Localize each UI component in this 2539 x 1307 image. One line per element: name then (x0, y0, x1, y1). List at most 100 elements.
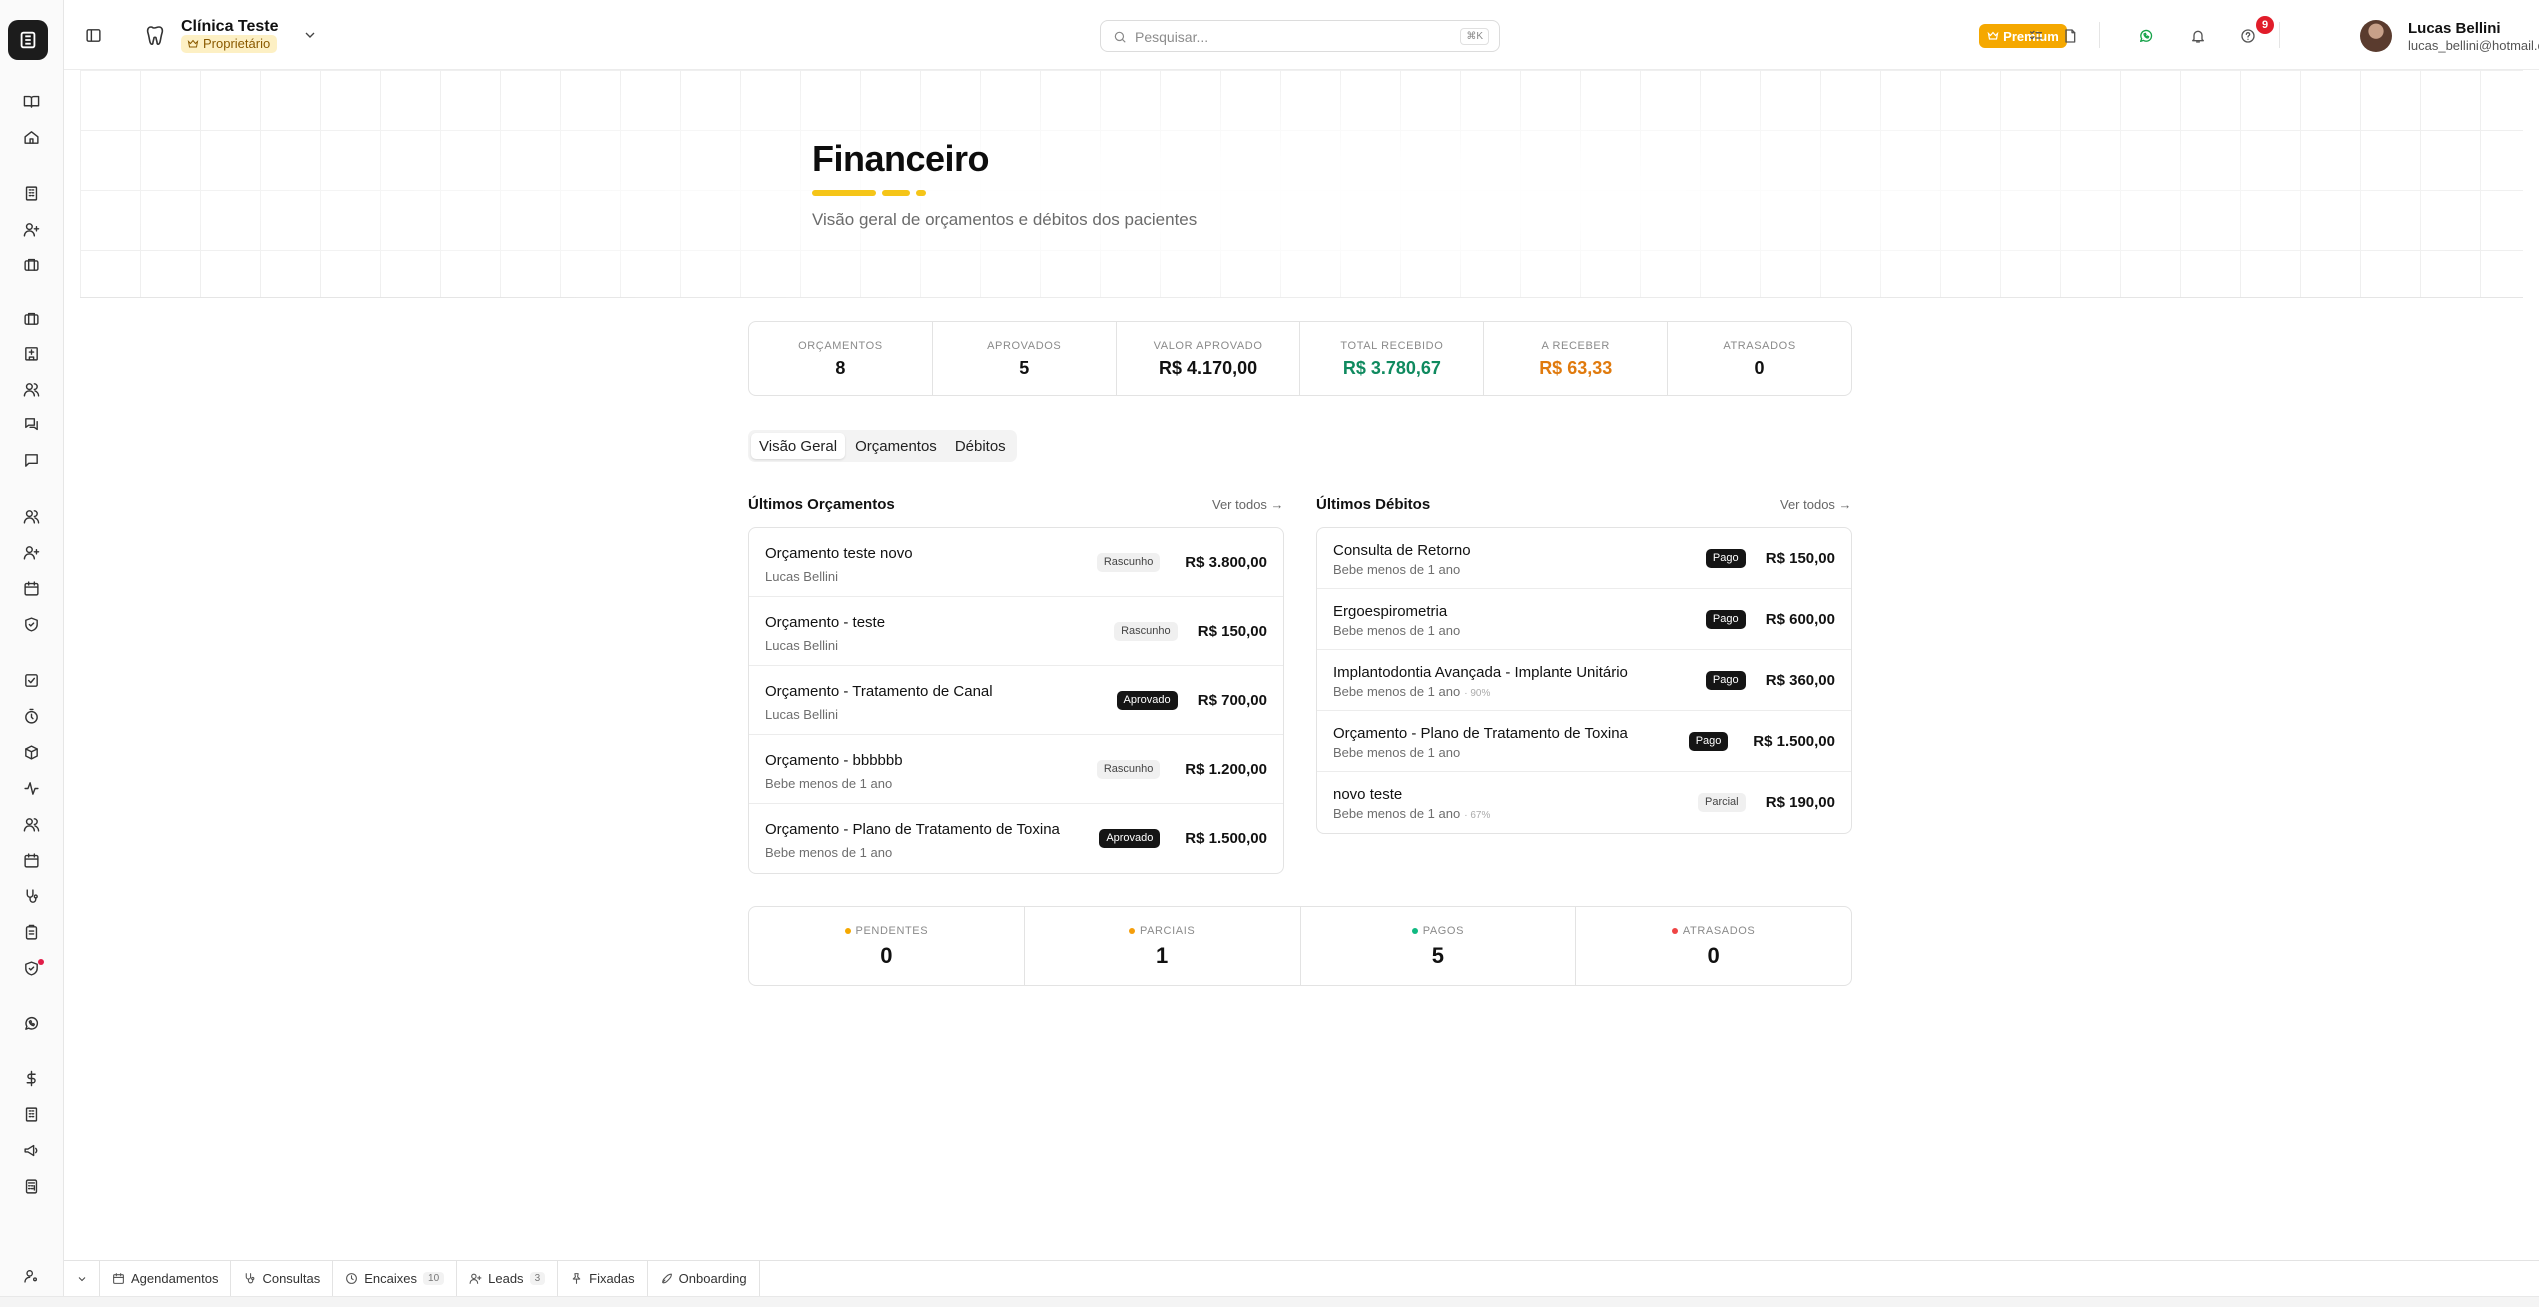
orcamento-row[interactable]: Orçamento - bbbbbb Bebe menos de 1 ano R… (749, 735, 1283, 804)
debito-row[interactable]: Ergoespirometria Bebe menos de 1 ano Pag… (1317, 589, 1851, 650)
debito-percent: · 67% (1464, 810, 1491, 821)
timer-icon[interactable] (20, 705, 42, 727)
checkbox-icon[interactable] (20, 669, 42, 691)
stats-card: ORÇAMENTOS 8 APROVADOS 5 VALOR APROVADO R$… (748, 321, 1852, 396)
stat-label: ORÇAMENTOS (798, 340, 883, 352)
tab-debitos[interactable]: Débitos (947, 433, 1014, 459)
status-badge: Rascunho (1096, 760, 1161, 779)
dock-item-label: Leads (488, 1271, 524, 1286)
whatsapp-icon[interactable] (20, 1012, 42, 1034)
dock-item-encaixes[interactable]: Encaixes 10 (333, 1260, 458, 1297)
user-plus-icon[interactable] (20, 541, 42, 563)
sidebar-toggle-icon[interactable] (82, 24, 104, 46)
whatsapp-icon[interactable] (2136, 26, 2156, 46)
status-summary-card: PENDENTES 0 PARCIAIS 1 PAGOS 5 ATRASADOS 0 (748, 906, 1852, 986)
hospital-icon[interactable] (20, 342, 42, 364)
debito-row[interactable]: Orçamento - Plano de Tratamento de Toxin… (1317, 711, 1851, 772)
users-icon[interactable] (20, 378, 42, 400)
document-icon[interactable] (2060, 26, 2080, 46)
debito-amount: R$ 600,00 (1765, 611, 1835, 628)
debito-sub: Bebe menos de 1 ano · 67% (1333, 806, 1490, 821)
orcamento-patient: Bebe menos de 1 ano (765, 845, 893, 860)
building-icon[interactable] (20, 182, 42, 204)
debitos-see-all-link[interactable]: Ver todos → (1780, 497, 1852, 512)
orcamento-row[interactable]: Orçamento - teste Lucas Bellini Rascunho… (749, 597, 1283, 666)
notification-count-badge: 9 (2256, 16, 2274, 34)
bell-icon[interactable] (2188, 26, 2208, 46)
debito-row[interactable]: novo teste Bebe menos de 1 ano · 67% Parc… (1317, 772, 1851, 833)
user-avatar[interactable] (2360, 20, 2392, 52)
debito-row[interactable]: Implantodontia Avançada - Implante Unitá… (1317, 650, 1851, 711)
users-icon[interactable] (20, 813, 42, 835)
messages-icon[interactable] (20, 413, 42, 435)
role-label: Proprietário (203, 36, 271, 51)
activity-icon[interactable] (20, 777, 42, 799)
briefcase-icon[interactable] (20, 253, 42, 275)
package-icon[interactable] (20, 741, 42, 763)
summary-label-text: PAGOS (1422, 925, 1465, 937)
status-badge: Pago (1688, 732, 1729, 751)
debito-title: novo teste (1333, 786, 1403, 803)
message-icon[interactable] (20, 449, 42, 471)
orcamento-title: Orçamento - Plano de Tratamento de Toxin… (765, 821, 1060, 838)
orcamento-row[interactable]: Orçamento - Plano de Tratamento de Toxin… (749, 804, 1283, 873)
checklist-icon[interactable] (2026, 26, 2046, 46)
status-badge: Parcial (1697, 793, 1746, 812)
dock-item-consultas[interactable]: Consultas (231, 1260, 334, 1297)
debito-patient: Bebe menos de 1 ano (1333, 562, 1461, 577)
stat-label: TOTAL RECEBIDO (1340, 340, 1444, 352)
megaphone-icon[interactable] (20, 1139, 42, 1161)
status-badge: Pago (1705, 549, 1746, 568)
calendar-icon (112, 1272, 125, 1285)
home-icon[interactable] (20, 126, 42, 148)
dock-item-label: Consultas (262, 1271, 321, 1286)
summary-value: 0 (880, 943, 893, 968)
stat-value: 8 (835, 358, 846, 378)
stat-value: R$ 3.780,67 (1342, 358, 1441, 378)
hero-fade (80, 70, 2523, 298)
help-icon[interactable] (2238, 26, 2258, 46)
orcamento-row[interactable]: Orçamento - Tratamento de Canal Lucas Be… (749, 666, 1283, 735)
app-logo-icon[interactable] (8, 20, 48, 60)
calendar-icon[interactable] (20, 577, 42, 599)
dock-item-label: Onboarding (678, 1271, 747, 1286)
stethoscope-icon[interactable] (20, 885, 42, 907)
shield-icon[interactable] (20, 613, 42, 635)
orcamentos-see-all-link[interactable]: Ver todos → (1212, 497, 1284, 512)
user-plus-icon[interactable] (20, 218, 42, 240)
tab-visao-geral[interactable]: Visão Geral (751, 433, 846, 459)
stat-label: A RECEBER (1541, 340, 1610, 352)
debito-title: Implantodontia Avançada - Implante Unitá… (1333, 664, 1628, 681)
search-input[interactable] (1135, 27, 1435, 47)
dollar-icon[interactable] (20, 1067, 42, 1089)
users-icon[interactable] (20, 505, 42, 527)
stat-value: R$ 63,33 (1539, 358, 1613, 378)
debitos-panel: Consulta de Retorno Bebe menos de 1 ano … (1316, 527, 1852, 834)
dock-item-leads[interactable]: Leads 3 (457, 1260, 559, 1297)
calculator-icon[interactable] (20, 1175, 42, 1197)
dock-item-fixadas[interactable]: Fixadas (558, 1260, 648, 1297)
dock-item-agendamentos[interactable]: Agendamentos (100, 1260, 232, 1297)
clinic-name[interactable]: Clínica Teste (181, 18, 279, 36)
summary-label-text: ATRASADOS (1682, 925, 1756, 937)
user-settings-icon[interactable] (20, 1265, 42, 1287)
user-name[interactable]: Lucas Bellini (2408, 20, 2501, 37)
dock-item-count: 10 (423, 1272, 445, 1285)
clipboard-icon[interactable] (20, 921, 42, 943)
debito-row[interactable]: Consulta de Retorno Bebe menos de 1 ano … (1317, 528, 1851, 589)
debito-title: Orçamento - Plano de Tratamento de Toxin… (1333, 725, 1628, 742)
stat-label: VALOR APROVADO (1153, 340, 1263, 352)
briefcase-icon[interactable] (20, 307, 42, 329)
building-icon[interactable] (20, 1103, 42, 1125)
tab-orcamentos[interactable]: Orçamentos (847, 433, 945, 459)
dock-item-onboarding[interactable]: Onboarding (648, 1260, 760, 1297)
calendar-icon[interactable] (20, 849, 42, 871)
premium-button[interactable]: Premium (1979, 24, 2067, 48)
search-box[interactable]: ⌘K (1100, 20, 1500, 52)
book-open-icon[interactable] (20, 90, 42, 112)
orcamento-title: Orçamento teste novo (765, 545, 913, 562)
chevron-down-icon[interactable] (302, 27, 318, 43)
chevron-down-icon[interactable] (64, 1260, 100, 1297)
stat-a-receber: A RECEBER R$ 63,33 (1484, 322, 1669, 395)
orcamento-row[interactable]: Orçamento teste novo Lucas Bellini Rascu… (749, 528, 1283, 597)
